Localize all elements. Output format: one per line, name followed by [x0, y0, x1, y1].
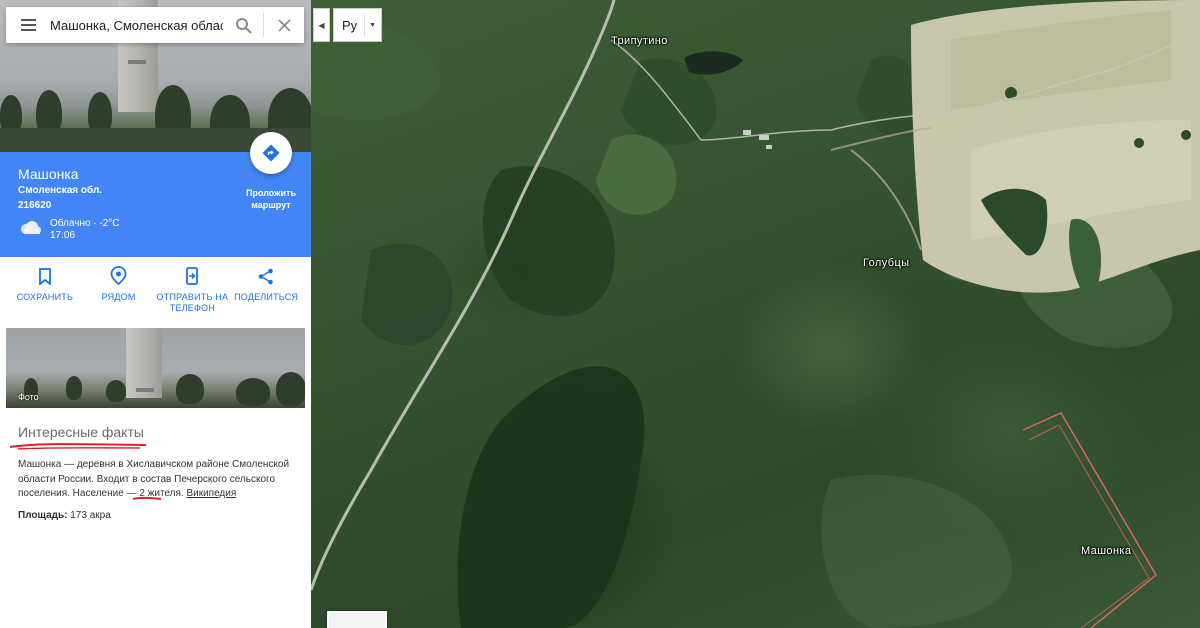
caret-left-icon: ◀: [318, 20, 325, 30]
map-label-triputino[interactable]: Трипутино: [611, 35, 668, 47]
layers-toggle-thumbnail[interactable]: [327, 611, 387, 628]
directions-button[interactable]: [250, 132, 292, 174]
photo-tree: [176, 374, 204, 404]
send-to-phone-icon: [185, 265, 199, 285]
share-button[interactable]: ПОДЕЛИТЬСЯ: [230, 257, 302, 325]
place-title: Машонка: [18, 166, 79, 182]
hamburger-menu-icon[interactable]: [6, 7, 50, 43]
map-label-golubtsy[interactable]: Голубцы: [863, 257, 909, 269]
chevron-down-icon: ▼: [369, 22, 376, 29]
red-underline-annotation: [132, 496, 162, 500]
tower-image: [126, 328, 162, 398]
photo-tree: [236, 378, 270, 406]
photo-tree: [276, 372, 305, 406]
facts-text: Машонка — деревня в Хиславичском районе …: [18, 458, 298, 502]
area-value: 173 акра: [70, 510, 111, 521]
nearby-icon: [110, 265, 127, 285]
photo-tree: [106, 380, 126, 402]
search-icon[interactable]: [223, 7, 263, 43]
search-input[interactable]: Машонка, Смоленская область: [50, 18, 223, 33]
area-line: Площадь: 173 акра: [18, 510, 111, 521]
weather-text: Облачно · -2°C: [50, 218, 120, 229]
red-underline-annotation: [9, 443, 147, 450]
cloudy-weather-icon: [18, 220, 42, 241]
weather-time: 17:06: [50, 230, 76, 241]
language-select[interactable]: Ру ▼: [333, 8, 382, 42]
directions-label[interactable]: Проложить маршрут: [237, 187, 305, 211]
collapse-panel-button[interactable]: ◀: [313, 8, 330, 42]
share-label: ПОДЕЛИТЬСЯ: [234, 292, 299, 302]
share-icon: [258, 265, 274, 285]
satellite-map[interactable]: Трипутино Голубцы Машонка: [311, 0, 1200, 628]
send-to-phone-label: ОТПРАВИТЬ НА ТЕЛЕФОН: [156, 292, 229, 313]
save-button[interactable]: СОХРАНИТЬ: [9, 257, 81, 325]
nearby-label: РЯДОМ: [101, 292, 136, 302]
close-icon[interactable]: [264, 7, 304, 43]
map-terrain: [311, 0, 1200, 628]
bookmark-icon: [38, 265, 52, 285]
side-panel: Машонка, Смоленская область Машонка Смол…: [0, 0, 311, 628]
search-bar: Машонка, Смоленская область: [6, 7, 304, 43]
maps-app: Трипутино Голубцы Машонка ◀ Ру ▼ Машонка…: [0, 0, 1200, 628]
language-selected-value: Ру: [342, 17, 358, 33]
photo-tree: [66, 376, 82, 400]
language-divider: [364, 15, 365, 37]
area-label: Площадь:: [18, 510, 68, 521]
place-postal-code: 216620: [18, 200, 52, 211]
directions-icon: [262, 144, 280, 162]
action-bar: СОХРАНИТЬ РЯДОМ ОТПРАВИТЬ НА ТЕЛЕФОН ПОД…: [0, 257, 311, 325]
wikipedia-link[interactable]: Википедия: [186, 488, 236, 499]
nearby-button[interactable]: РЯДОМ: [83, 257, 155, 325]
facts-title: Интересные факты: [18, 424, 144, 440]
save-label: СОХРАНИТЬ: [16, 292, 74, 302]
place-header: Машонка Смоленская обл. 216620 Облачно ·…: [0, 132, 311, 257]
photo-label: Фото: [18, 392, 39, 402]
place-region: Смоленская обл.: [18, 185, 103, 196]
map-label-mashonka[interactable]: Машонка: [1081, 545, 1131, 557]
photo-thumbnail[interactable]: Фото: [6, 328, 305, 408]
map-controls: ◀ Ру ▼: [311, 8, 382, 42]
send-to-phone-button[interactable]: ОТПРАВИТЬ НА ТЕЛЕФОН: [156, 257, 228, 325]
